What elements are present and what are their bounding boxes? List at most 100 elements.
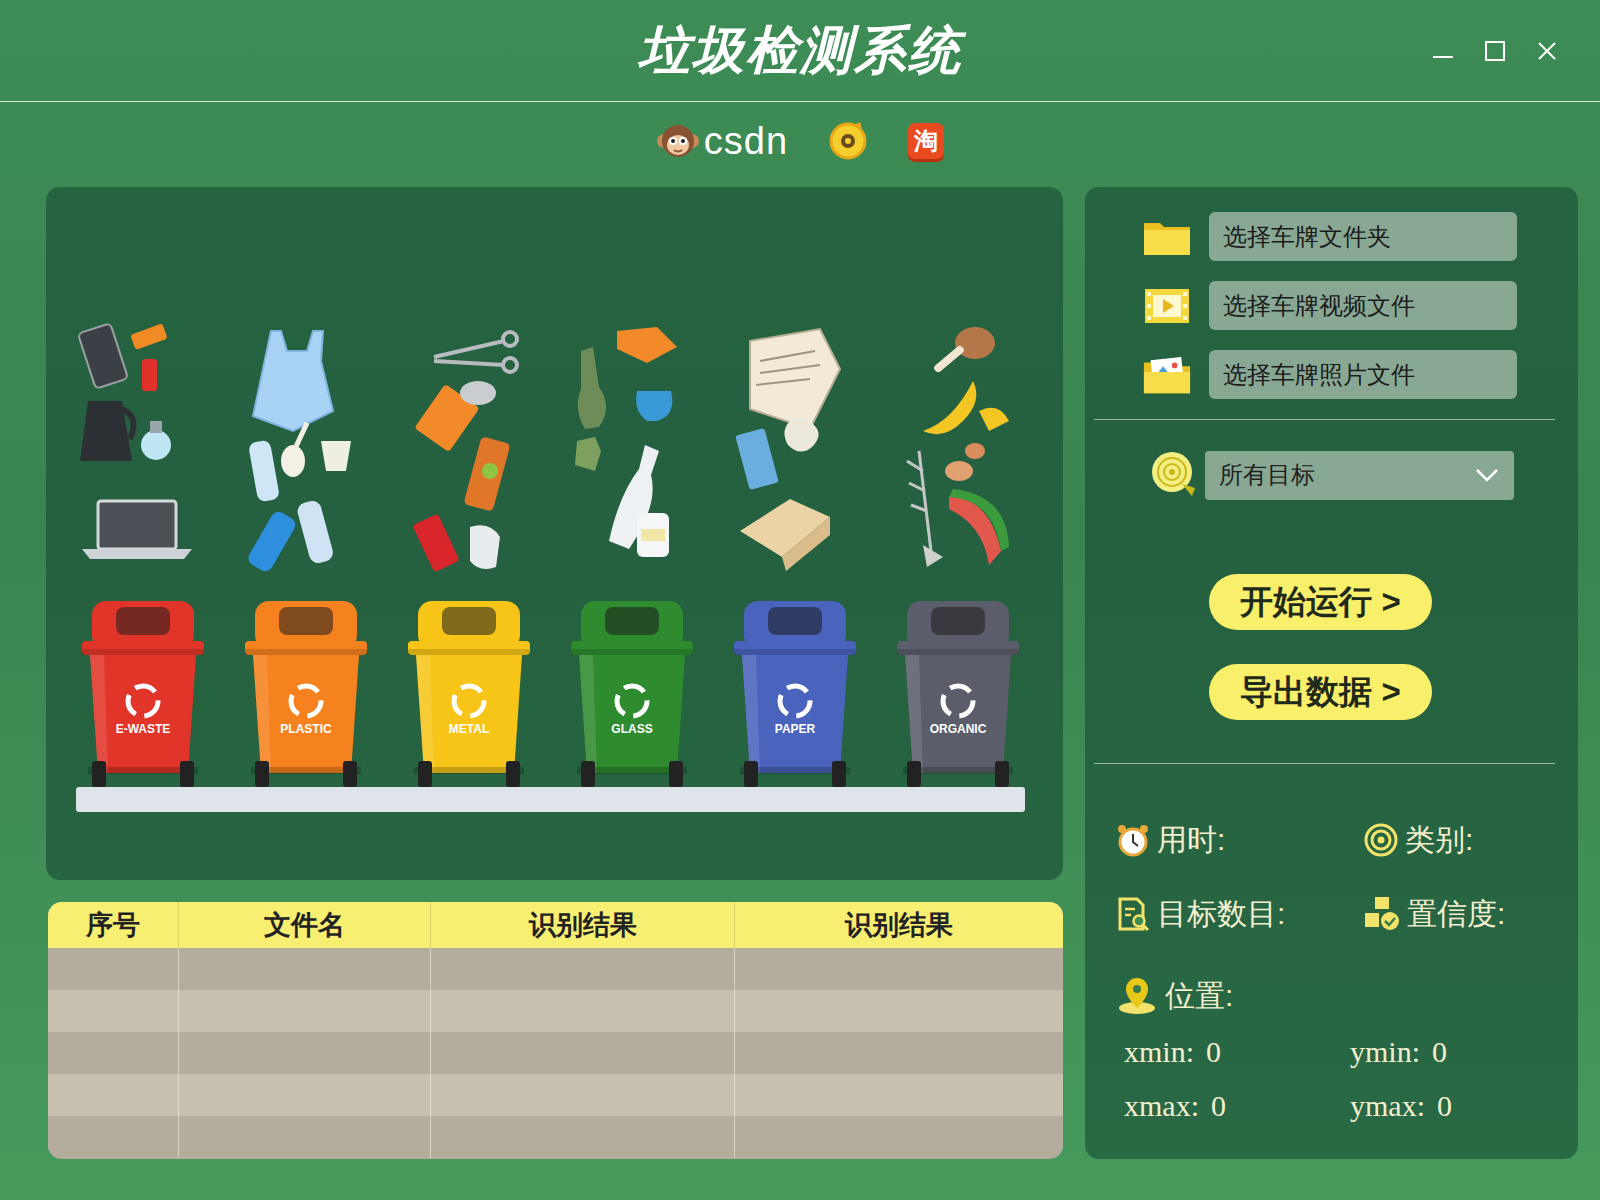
position-label: 位置: — [1165, 978, 1233, 1014]
table-row[interactable] — [48, 1074, 1063, 1116]
table-cell — [179, 1032, 431, 1074]
trash-bin-icon — [571, 597, 693, 787]
bin-shelf — [76, 787, 1025, 812]
image-view: E-WASTE PLASTIC METAL GLASS PAPER ORGANIC — [46, 187, 1063, 880]
taobao-logo[interactable]: 淘 — [908, 123, 944, 159]
table-cell — [431, 1074, 735, 1116]
coord-field: xmin:0 — [1124, 1032, 1350, 1072]
export-button[interactable]: 导出数据 > — [1209, 664, 1432, 720]
trash-item-group — [897, 321, 1019, 577]
trash-bin: PAPER — [734, 597, 856, 787]
bin-label: PLASTIC — [245, 723, 367, 736]
maximize-icon[interactable] — [1484, 40, 1506, 62]
donut-logo-icon[interactable] — [828, 121, 868, 161]
coord-field: xmax:0 — [1124, 1086, 1350, 1126]
bin-label: E-WASTE — [82, 723, 204, 736]
action-row: 导出数据 > — [1085, 664, 1578, 720]
csdn-logo[interactable]: csdn — [656, 121, 788, 161]
column-header[interactable]: 识别结果 — [735, 902, 1063, 948]
table-row[interactable] — [48, 948, 1063, 990]
trash-item-group — [245, 321, 367, 577]
window-controls — [962, 40, 1600, 62]
trash-items — [46, 321, 1063, 577]
trash-items-icon — [557, 321, 707, 577]
target-select[interactable]: 所有目标 — [1205, 451, 1514, 500]
table-cell — [431, 1032, 735, 1074]
table-cell — [431, 990, 735, 1032]
coord-grid: xmin:0ymin:0xmax:0ymax:0 — [1085, 1032, 1578, 1126]
trash-bin-icon — [897, 597, 1019, 787]
table-cell — [48, 990, 179, 1032]
file-picker-button[interactable]: 选择车牌视频文件 — [1209, 281, 1517, 330]
info-label: 目标数目: — [1157, 896, 1285, 932]
check-icon — [1363, 895, 1401, 933]
clock-icon — [1115, 822, 1151, 858]
trash-items-icon — [68, 321, 218, 577]
coord-value: 0 — [1437, 1088, 1452, 1124]
trash-bin: GLASS — [571, 597, 693, 787]
trash-bin: ORGANIC — [897, 597, 1019, 787]
logo-row: csdn 淘 — [0, 102, 1600, 187]
table-cell — [179, 1116, 431, 1158]
trash-bin: METAL — [408, 597, 530, 787]
close-icon[interactable] — [1536, 40, 1558, 62]
info-field: 置信度: — [1363, 894, 1563, 934]
trash-bin-icon — [245, 597, 367, 787]
table-cell — [735, 1032, 1063, 1074]
divider — [1094, 763, 1555, 764]
file-picker-button[interactable]: 选择车牌照片文件 — [1209, 350, 1517, 399]
doc-icon — [1115, 896, 1151, 932]
file-picker-row: 选择车牌照片文件 — [1085, 350, 1578, 399]
chevron-down-icon — [1474, 467, 1500, 483]
table-cell — [735, 948, 1063, 990]
table-row[interactable] — [48, 1116, 1063, 1158]
table-cell — [735, 1074, 1063, 1116]
location-pin-icon — [1115, 976, 1159, 1016]
table-cell — [48, 1116, 179, 1158]
file-picker-button[interactable]: 选择车牌文件夹 — [1209, 212, 1517, 261]
table-cell — [735, 990, 1063, 1032]
coord-value: 0 — [1432, 1034, 1447, 1070]
table-row[interactable] — [48, 990, 1063, 1032]
table-cell — [179, 1074, 431, 1116]
column-header[interactable]: 文件名 — [179, 902, 431, 948]
monkey-icon — [656, 121, 700, 161]
video-icon — [1143, 286, 1191, 326]
title-bar: 垃圾检测系统 — [0, 0, 1600, 102]
trash-bin-icon — [734, 597, 856, 787]
position-field: 位置: — [1085, 976, 1578, 1016]
csdn-text: csdn — [704, 122, 788, 160]
table-cell — [48, 1032, 179, 1074]
info-label: 置信度: — [1407, 896, 1505, 932]
file-picker-row: 选择车牌文件夹 — [1085, 212, 1578, 261]
icon-slot — [1142, 217, 1192, 257]
info-field: 用时: — [1115, 820, 1363, 860]
column-header[interactable]: 序号 — [48, 902, 179, 948]
table-cell — [735, 1116, 1063, 1158]
coord-field: ymax:0 — [1350, 1086, 1550, 1126]
bin-label: GLASS — [571, 723, 693, 736]
minimize-icon[interactable] — [1432, 40, 1454, 62]
coord-label: ymin: — [1350, 1034, 1420, 1070]
trash-item-group — [408, 321, 530, 577]
table-cell — [179, 990, 431, 1032]
coord-label: xmax: — [1124, 1088, 1199, 1124]
trash-item-group — [734, 321, 856, 577]
start-button[interactable]: 开始运行 > — [1209, 574, 1432, 630]
table-cell — [431, 948, 735, 990]
trash-items-icon — [394, 321, 544, 577]
target-select-row: 所有目标 — [1085, 450, 1578, 500]
trash-bin: E-WASTE — [82, 597, 204, 787]
icon-slot — [1148, 450, 1198, 500]
info-label: 用时: — [1157, 822, 1225, 858]
table-row[interactable] — [48, 1032, 1063, 1074]
photo-icon — [1142, 354, 1192, 396]
trash-items-icon — [883, 321, 1033, 577]
table-cell — [179, 948, 431, 990]
coord-label: xmin: — [1124, 1034, 1194, 1070]
trash-item-group — [82, 321, 204, 577]
info-grid: 用时:类别:目标数目:置信度: — [1085, 820, 1578, 934]
column-header[interactable]: 识别结果 — [431, 902, 735, 948]
trash-item-group — [571, 321, 693, 577]
trash-bin: PLASTIC — [245, 597, 367, 787]
